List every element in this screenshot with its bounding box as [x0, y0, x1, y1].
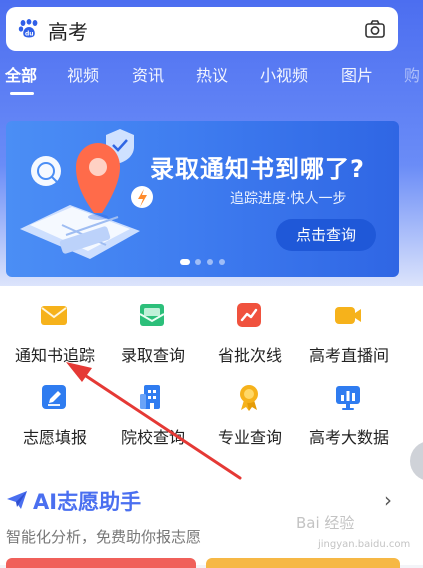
pen-icon: [42, 385, 66, 409]
banner-query-button[interactable]: 点击查询: [276, 219, 376, 251]
search-bar[interactable]: du 高考: [6, 7, 398, 51]
service-college-query[interactable]: 院校查询: [103, 368, 203, 447]
service-label: 省批次线: [217, 346, 282, 365]
service-volunteer-filling[interactable]: 志愿填报: [5, 368, 105, 447]
tab-all[interactable]: 全部: [5, 62, 37, 86]
carousel-dot: [207, 259, 213, 265]
chevron-right-icon[interactable]: ›: [384, 488, 392, 512]
service-live-room[interactable]: 高考直播间: [299, 286, 399, 365]
banner-title: 录取通知书到哪了?: [150, 155, 365, 183]
tab-images[interactable]: 图片: [341, 62, 373, 86]
baidu-paw-icon: du: [18, 19, 38, 38]
carousel-dot: [219, 259, 225, 265]
data-screen-icon: [336, 386, 360, 410]
ai-assistant-subtitle: 智能化分析，免费助你报志愿: [6, 528, 202, 546]
banner-subtitle: 追踪进度·快人一步: [230, 191, 347, 207]
service-big-data[interactable]: 高考大数据: [299, 368, 399, 447]
tab-shopping[interactable]: 购: [404, 62, 420, 86]
ai-assistant-header[interactable]: AI志愿助手 ›: [0, 486, 423, 516]
service-major-query[interactable]: 专业查询: [200, 368, 300, 447]
video-camera-icon: [335, 307, 361, 324]
category-tabs: 全部 视频 资讯 热议 小视频 图片 购: [0, 62, 423, 96]
service-notice-tracking[interactable]: 通知书追踪: [5, 286, 105, 365]
service-label: 志愿填报: [22, 428, 87, 447]
watermark-url: jingyan.baidu.com: [318, 539, 411, 550]
bottom-card-right[interactable]: [206, 558, 400, 568]
tab-short-video[interactable]: 小视频: [260, 62, 308, 86]
service-label: 院校查询: [120, 428, 185, 447]
mail-check-icon: [139, 304, 165, 326]
active-tab-indicator: [10, 92, 34, 95]
service-label: 高考直播间: [308, 346, 389, 365]
service-label: 专业查询: [217, 428, 282, 447]
tab-news[interactable]: 资讯: [132, 62, 164, 86]
service-label: 高考大数据: [308, 428, 389, 447]
service-label: 录取查询: [120, 346, 185, 365]
medal-icon: [240, 385, 258, 411]
camera-icon[interactable]: [364, 18, 386, 40]
service-provincial-cutoff[interactable]: 省批次线: [200, 286, 300, 365]
search-query[interactable]: 高考: [48, 16, 88, 45]
envelope-icon: [41, 306, 67, 325]
promo-banner[interactable]: 录取通知书到哪了? 追踪进度·快人一步 点击查询: [6, 121, 399, 277]
paper-plane-icon: [7, 491, 27, 509]
service-admission-query[interactable]: 录取查询: [103, 286, 203, 365]
bottom-card-left[interactable]: [6, 558, 196, 568]
service-label: 通知书追踪: [14, 346, 95, 365]
carousel-dot-active: [180, 259, 190, 265]
ai-assistant-title: AI志愿助手: [33, 490, 142, 514]
map-pin-illustration: [20, 129, 153, 259]
carousel-dot: [195, 259, 201, 265]
building-icon: [140, 385, 160, 409]
tab-video[interactable]: 视频: [67, 62, 99, 86]
tab-discussion[interactable]: 热议: [196, 62, 228, 86]
watermark-logo: Bai 经验: [296, 514, 355, 532]
svg-text:du: du: [25, 31, 34, 38]
trend-chart-icon: [237, 303, 261, 327]
